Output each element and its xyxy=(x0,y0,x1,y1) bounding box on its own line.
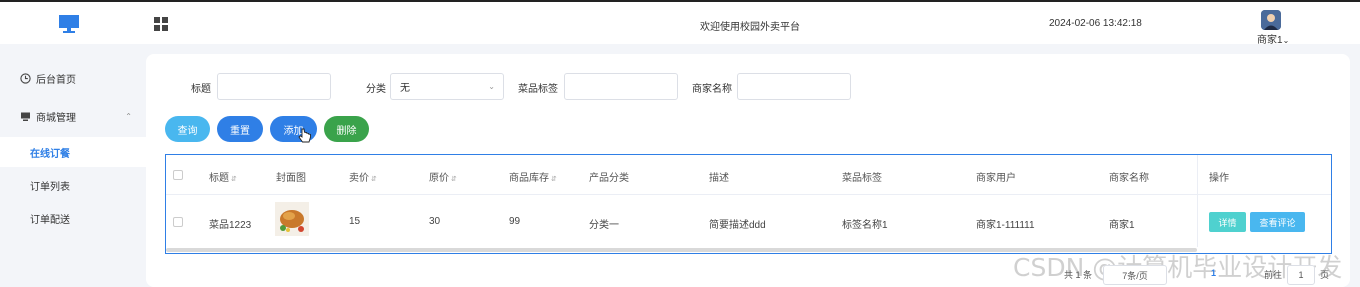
cell-title: 菜品1223 xyxy=(209,220,252,231)
page-unit-label: 页 xyxy=(1320,270,1330,280)
grid-icon[interactable] xyxy=(154,17,168,31)
column-header-sell-price[interactable]: 卖价 ⇵ xyxy=(349,169,377,184)
pagination-total: 共 1 条 xyxy=(1064,270,1093,280)
column-header-stock[interactable]: 商品库存 ⇵ xyxy=(509,169,557,184)
sidebar-item-label: 订单列表 xyxy=(30,181,70,193)
sidebar-item-online-order[interactable]: 在线订餐 xyxy=(0,137,146,167)
monitor-icon xyxy=(21,112,30,121)
divider xyxy=(1198,194,1331,195)
merchant-name-input[interactable] xyxy=(737,73,851,100)
user-avatar-icon xyxy=(1261,10,1281,30)
sort-icon: ⇵ xyxy=(371,176,377,183)
cell-category: 分类一 xyxy=(589,220,619,231)
merchant-name-label: 商家名称 xyxy=(692,84,732,95)
delete-button[interactable]: 删除 xyxy=(324,116,369,142)
data-table: 标题 ⇵ 封面图 卖价 ⇵ 原价 ⇵ 商品库存 ⇵ 产品分类 描述 菜品标签 商家用户 … xyxy=(165,154,1332,254)
monitor-icon[interactable] xyxy=(58,14,80,34)
reset-button[interactable]: 重置 xyxy=(217,116,263,142)
table-row: 菜品1223 15 30 99 分类一 简要描述ddd 标签名称1 商家1-11… xyxy=(166,195,1331,247)
cell-stock: 99 xyxy=(509,216,521,227)
page-number-current[interactable]: 1 xyxy=(1211,268,1216,278)
tag-label: 菜品标签 xyxy=(518,84,558,95)
cell-merchant-name: 商家1 xyxy=(1109,220,1135,231)
horizontal-scrollbar[interactable] xyxy=(166,248,1197,252)
welcome-text: 欢迎使用校园外卖平台 xyxy=(700,22,800,33)
operations-column: 操作 详情 查看评论 xyxy=(1197,155,1331,247)
column-header-merchant-user: 商家用户 xyxy=(976,173,1016,184)
sidebar-item-label: 订单配送 xyxy=(30,214,70,226)
row-checkbox[interactable] xyxy=(173,217,183,227)
detail-button[interactable]: 详情 xyxy=(1209,212,1246,232)
column-header-category: 产品分类 xyxy=(589,173,629,184)
table-header: 标题 ⇵ 封面图 卖价 ⇵ 原价 ⇵ 商品库存 ⇵ 产品分类 描述 菜品标签 商家用户 … xyxy=(166,155,1331,195)
sidebar-item-label: 后台首页 xyxy=(36,74,76,86)
column-header-merchant-name: 商家名称 xyxy=(1109,173,1149,184)
column-header-tag: 菜品标签 xyxy=(842,173,882,184)
top-bar: 欢迎使用校园外卖平台 2024-02-06 13:42:18 商家1⌄ xyxy=(0,0,1360,46)
avatar[interactable] xyxy=(1261,10,1281,30)
user-menu[interactable]: 商家1⌄ xyxy=(1257,31,1289,46)
page-size-value: 7条/页 xyxy=(1122,270,1148,281)
sort-icon: ⇵ xyxy=(551,176,557,183)
user-name: 商家1 xyxy=(1257,35,1283,46)
cell-original-price: 30 xyxy=(429,216,441,227)
column-header-original-price[interactable]: 原价 ⇵ xyxy=(429,169,457,184)
title-label: 标题 xyxy=(191,84,211,95)
chevron-down-icon: ⌄ xyxy=(488,82,495,91)
category-select-value: 无 xyxy=(400,83,410,94)
sidebar: 后台首页 商城管理 ⌃ 在线订餐 订单列表 订单配送 xyxy=(0,44,146,287)
chevron-down-icon: ⌄ xyxy=(1282,36,1290,45)
sidebar-item-home[interactable]: 后台首页 xyxy=(0,63,146,93)
column-header-operations: 操作 xyxy=(1209,173,1229,184)
cell-tag: 标签名称1 xyxy=(842,220,888,231)
column-header-title[interactable]: 标题 ⇵ xyxy=(209,169,237,184)
goto-label: 前往 xyxy=(1264,270,1283,280)
goto-page-input[interactable]: 1 xyxy=(1287,265,1315,285)
page-size-select[interactable]: 7条/页 xyxy=(1103,265,1167,285)
column-header-description: 描述 xyxy=(709,173,729,184)
sidebar-item-order-delivery[interactable]: 订单配送 xyxy=(0,203,146,233)
chevron-up-icon: ⌃ xyxy=(125,111,132,121)
select-all-checkbox[interactable] xyxy=(173,170,183,180)
cell-sell-price: 15 xyxy=(349,216,361,227)
sidebar-item-order-list[interactable]: 订单列表 xyxy=(0,170,146,200)
column-header-cover: 封面图 xyxy=(276,173,306,184)
sort-icon: ⇵ xyxy=(231,176,237,183)
sort-icon: ⇵ xyxy=(451,176,457,183)
sidebar-item-label: 在线订餐 xyxy=(30,148,70,160)
title-input[interactable] xyxy=(217,73,331,100)
cell-merchant-user: 商家1-111111 xyxy=(976,220,1035,231)
cell-description: 简要描述ddd xyxy=(709,220,766,231)
clock-icon xyxy=(20,72,31,84)
datetime-text: 2024-02-06 13:42:18 xyxy=(1049,18,1142,29)
goto-page-value: 1 xyxy=(1298,270,1304,280)
category-label: 分类 xyxy=(366,84,386,95)
hand-cursor-icon xyxy=(298,128,311,143)
query-button[interactable]: 查询 xyxy=(165,116,210,142)
category-select[interactable]: 无 ⌄ xyxy=(390,73,504,100)
tag-input[interactable] xyxy=(564,73,678,100)
sidebar-item-mall[interactable]: 商城管理 ⌃ xyxy=(0,101,146,131)
view-reviews-button[interactable]: 查看评论 xyxy=(1250,212,1305,232)
cover-image[interactable] xyxy=(275,202,309,236)
sidebar-item-label: 商城管理 xyxy=(36,112,76,124)
